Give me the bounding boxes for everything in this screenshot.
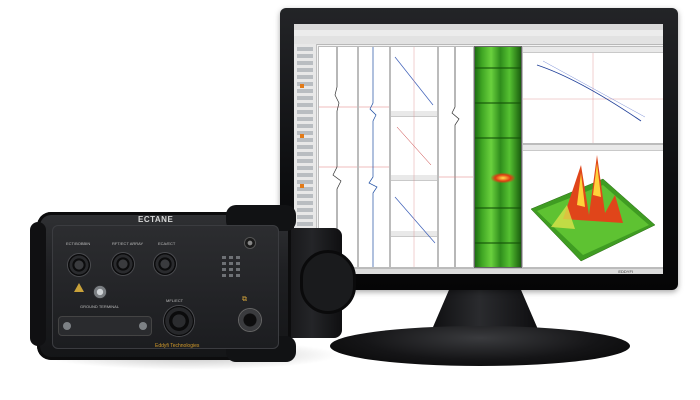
app-toolbar (294, 36, 663, 45)
device-handle-grip[interactable] (300, 250, 356, 314)
monitor-screen: EDDYFI (294, 24, 663, 274)
probe-connector[interactable] (68, 254, 90, 276)
company-label: Eddyfi Technologies (155, 343, 200, 349)
battery-latch-plate[interactable] (58, 316, 152, 336)
3d-view-panel (522, 144, 663, 268)
lissajous-panels (390, 46, 438, 268)
device-brand-label: ECTANE (138, 215, 174, 224)
array-connector[interactable] (164, 306, 194, 336)
ground-label: GROUND TERMINAL (80, 304, 120, 309)
status-brand-text: EDDYFI (618, 269, 633, 274)
status-led-grid (222, 256, 240, 280)
probe-connector[interactable] (154, 253, 176, 275)
marker-dot (300, 184, 304, 188)
marker-dot (300, 134, 304, 138)
defect-indication (491, 173, 515, 183)
network-port[interactable] (239, 309, 261, 331)
marker-dot (300, 84, 304, 88)
ground-terminal[interactable] (93, 285, 107, 299)
strip-chart-panel (438, 46, 474, 268)
impedance-plane-panel (522, 46, 663, 144)
device-bumper (30, 222, 46, 346)
warning-icon (74, 283, 84, 292)
port-label: ECA/ECT (158, 241, 176, 246)
port-label: RFT/ECT ARRAY (112, 241, 144, 246)
strip-chart-panel (358, 46, 390, 268)
port-label: ECT/BOBBIN (66, 241, 91, 246)
c-scan-map (474, 46, 522, 268)
monitor-stand-base (330, 326, 630, 366)
usb-port[interactable] (245, 238, 255, 248)
port-label: MFL/ECT (166, 298, 184, 303)
probe-connector[interactable] (112, 253, 134, 275)
network-icon: ⧉ (242, 296, 247, 303)
